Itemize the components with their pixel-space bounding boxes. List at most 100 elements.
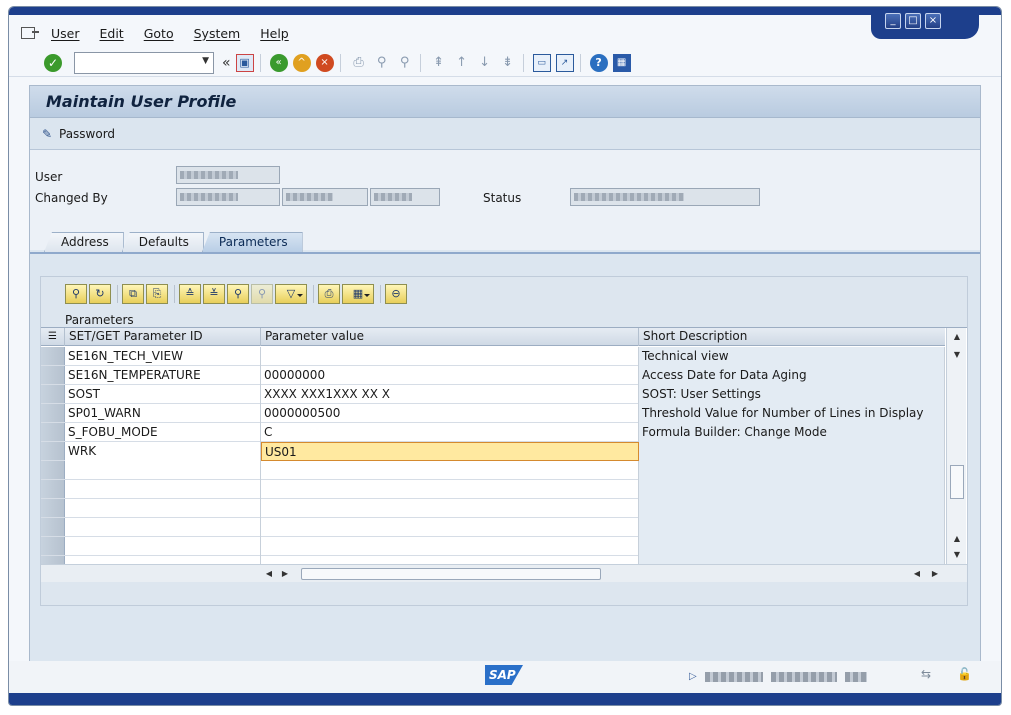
cancel-icon[interactable]: × [315, 53, 334, 72]
sort-descending-icon[interactable]: ≚ [203, 284, 225, 304]
row-selector[interactable] [41, 347, 65, 365]
grid-find-next-icon[interactable]: ⚲ [251, 284, 273, 304]
menu-icon[interactable] [21, 27, 39, 39]
scroll-right-icon[interactable]: ▶ [279, 567, 291, 581]
menu-item-goto[interactable]: Goto [144, 26, 174, 41]
parameter-value-cell[interactable]: 0000000500 [261, 404, 639, 423]
table-row[interactable]: SE16N_TECH_VIEW Technical view [41, 347, 945, 366]
table-row[interactable]: WRK US01 [41, 442, 945, 461]
last-page-icon[interactable]: ⇟ [499, 54, 517, 72]
parameter-id-cell[interactable]: WRK [65, 442, 261, 461]
sort-ascending-icon[interactable]: ≙ [179, 284, 201, 304]
tab-parameters[interactable]: Parameters [201, 232, 303, 252]
select-all-icon[interactable]: ☰ [41, 328, 65, 346]
password-button[interactable]: ✎ Password [42, 127, 115, 141]
menu-item-user[interactable]: User [51, 26, 80, 41]
table-row[interactable] [41, 461, 945, 480]
find-next-icon[interactable]: ⚲ [396, 54, 414, 72]
first-page-icon[interactable]: ⇞ [430, 54, 448, 72]
row-selector[interactable] [41, 385, 65, 403]
menu-item-edit[interactable]: Edit [100, 26, 124, 41]
find-icon[interactable]: ⚲ [373, 54, 391, 72]
parameter-id-cell[interactable] [65, 537, 261, 556]
parameter-value-cell[interactable]: 00000000 [261, 366, 639, 385]
column-header-parameter-value[interactable]: Parameter value [261, 328, 639, 346]
system-info[interactable]: ▷ [689, 671, 875, 682]
parameter-value-cell[interactable]: US01 [261, 442, 639, 461]
table-row[interactable] [41, 518, 945, 537]
row-selector[interactable] [41, 518, 65, 536]
parameter-value-cell[interactable]: XXXX XXX1XXX XX X [261, 385, 639, 404]
next-page-icon[interactable]: ↓ [476, 54, 494, 72]
save-icon[interactable]: ▣ [235, 53, 254, 72]
table-row[interactable]: SE16N_TEMPERATURE 00000000 Access Date for… [41, 366, 945, 385]
scroll-left-end-icon[interactable]: ◀ [911, 567, 923, 581]
delete-row-icon[interactable]: ⊖ [385, 284, 407, 304]
customize-layout-icon[interactable]: ▦ [612, 53, 631, 72]
close-icon[interactable]: × [925, 13, 941, 29]
row-selector[interactable] [41, 366, 65, 384]
table-row[interactable] [41, 537, 945, 556]
scroll-up-icon[interactable]: ▲ [950, 330, 964, 344]
scroll-right-end-icon[interactable]: ▶ [929, 567, 941, 581]
table-row[interactable]: S_FOBU_MODE C Formula Builder: Change Mode [41, 423, 945, 442]
parameter-id-cell[interactable]: SOST [65, 385, 261, 404]
vertical-scrollbar[interactable]: ▲ ▼ ▲ ▼ [946, 328, 966, 564]
grid-print-icon[interactable]: ⎙ [318, 284, 340, 304]
back-icon[interactable]: « [269, 53, 288, 72]
parameter-value-cell[interactable] [261, 347, 639, 366]
row-selector[interactable] [41, 404, 65, 422]
tab-address[interactable]: Address [44, 232, 124, 252]
scroll-left-icon[interactable]: ◀ [263, 567, 275, 581]
layout-icon[interactable]: ▦ [342, 284, 374, 304]
parameter-id-cell[interactable]: SP01_WARN [65, 404, 261, 423]
parameter-value-cell[interactable] [261, 461, 639, 480]
table-row[interactable] [41, 480, 945, 499]
create-session-icon[interactable]: ▭ [532, 53, 551, 72]
table-row[interactable] [41, 499, 945, 518]
help-icon[interactable]: ? [589, 53, 608, 72]
scroll-page-up-icon[interactable]: ▲ [950, 532, 964, 546]
table-row[interactable]: SOST XXXX XXX1XXX XX X SOST: User Settings [41, 385, 945, 404]
shortcut-icon[interactable]: ↗ [555, 53, 574, 72]
parameter-id-cell[interactable]: S_FOBU_MODE [65, 423, 261, 442]
minimize-icon[interactable]: _ [885, 13, 901, 29]
row-selector[interactable] [41, 480, 65, 498]
previous-page-icon[interactable]: ↑ [453, 54, 471, 72]
column-header-short-description[interactable]: Short Description [639, 328, 945, 346]
horizontal-scrollbar[interactable]: ◀ ▶ ◀ ▶ [41, 564, 967, 582]
filter-icon[interactable]: ▽ [275, 284, 307, 304]
parameter-value-cell[interactable] [261, 537, 639, 556]
scroll-page-down-icon[interactable]: ▼ [950, 548, 964, 562]
horizontal-scroll-thumb[interactable] [301, 568, 601, 580]
parameter-id-cell[interactable] [65, 518, 261, 537]
parameter-value-cell[interactable]: C [261, 423, 639, 442]
row-selector[interactable] [41, 461, 65, 479]
parameter-id-cell[interactable] [65, 499, 261, 518]
parameter-id-cell[interactable] [65, 480, 261, 499]
menu-item-help[interactable]: Help [260, 26, 289, 41]
system-info-toggle-icon[interactable]: ▷ [689, 671, 697, 682]
row-selector[interactable] [41, 537, 65, 555]
parameter-value-cell[interactable] [261, 518, 639, 537]
paste-icon[interactable]: ⎘ [146, 284, 168, 304]
scroll-down-icon[interactable]: ▼ [950, 348, 964, 362]
table-row[interactable]: SP01_WARN 0000000500 Threshold Value for N… [41, 404, 945, 423]
parameter-value-cell[interactable] [261, 499, 639, 518]
maximize-icon[interactable]: □ [905, 13, 921, 29]
refresh-icon[interactable]: ↻ [89, 284, 111, 304]
menu-item-system[interactable]: System [194, 26, 241, 41]
command-field[interactable] [74, 51, 214, 74]
copy-icon[interactable]: ⧉ [122, 284, 144, 304]
collapse-command-icon[interactable]: « [222, 55, 231, 71]
parameter-id-cell[interactable]: SE16N_TECH_VIEW [65, 347, 261, 366]
row-selector[interactable] [41, 442, 65, 460]
row-selector[interactable] [41, 499, 65, 517]
enter-icon[interactable]: ✓ [44, 53, 62, 72]
parameter-id-cell[interactable]: SE16N_TEMPERATURE [65, 366, 261, 385]
exit-icon[interactable]: ^ [292, 53, 311, 72]
parameter-value-cell[interactable] [261, 480, 639, 499]
parameter-id-cell[interactable] [65, 461, 261, 480]
vertical-scroll-thumb[interactable] [950, 465, 964, 499]
grid-find-icon[interactable]: ⚲ [227, 284, 249, 304]
